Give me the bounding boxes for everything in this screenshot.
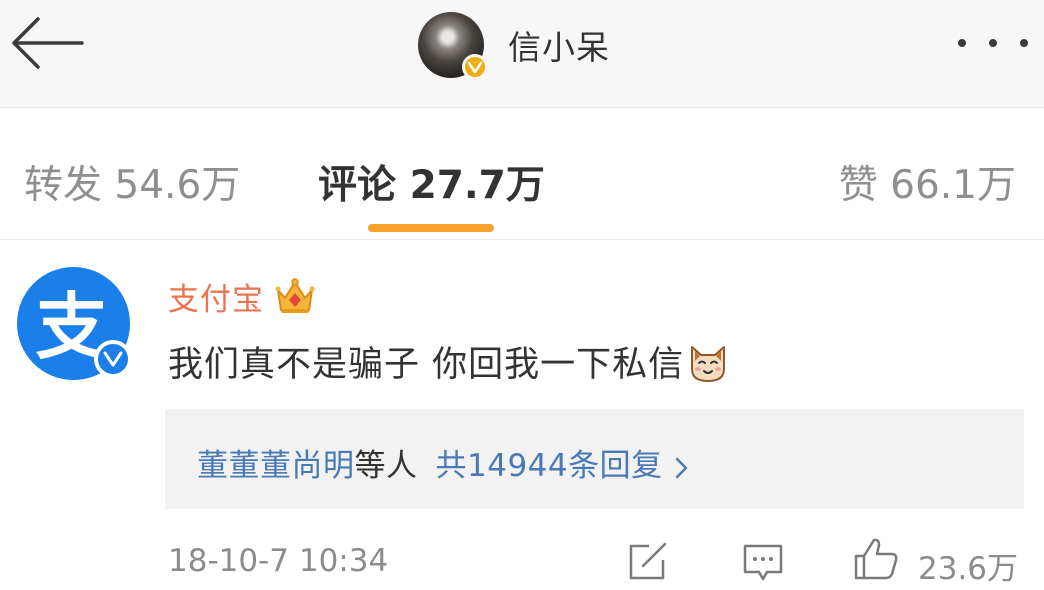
comment-author-avatar[interactable]: 支 [17,267,132,380]
arrow-left-icon [12,17,84,69]
tab-repost[interactable]: 转发 54.6万 [24,154,240,210]
user-name[interactable]: 信小呆 [508,21,610,69]
reply-others-label: 等人 [354,448,418,484]
reply-users[interactable]: 董董董尚明 [197,448,355,484]
tab-repost-count: 54.6万 [114,163,241,208]
verified-badge-icon [94,340,132,378]
comment-author-row: 支付宝 [168,274,316,318]
tab-comment-count: 27.7万 [409,163,545,208]
thumbs-up-icon[interactable] [852,536,900,582]
tab-like-count: 66.1万 [890,163,1016,208]
comment-timestamp: 18-10-7 10:34 [168,543,389,579]
back-button[interactable] [8,14,86,72]
verified-badge-icon [462,54,488,80]
reply-icon[interactable] [741,542,785,584]
user-avatar[interactable] [418,12,488,80]
share-icon[interactable] [627,542,669,582]
comment-author-name[interactable]: 支付宝 [168,274,264,319]
more-dot [989,39,997,47]
crown-icon [275,278,315,313]
more-dot [1020,39,1028,47]
tab-comment-label: 评论 [318,163,397,208]
comment-text: 我们真不是骗子 你回我一下私信 [168,345,685,385]
tab-like-label: 赞 [838,163,878,208]
comment-item: 支 支付宝 我们真不是骗子 你回我一下私信 董董董尚明等人 共14944条回复 … [0,240,1044,590]
tab-bar: 转发 54.6万 评论 27.7万 赞 66.1万 [0,108,1044,240]
active-tab-indicator [368,224,494,232]
tab-like[interactable]: 赞 66.1万 [839,154,1016,210]
chevron-right-icon [675,457,687,478]
replies-preview[interactable]: 董董董尚明等人 共14944条回复 [165,409,1024,509]
more-button[interactable] [958,26,1028,60]
tab-repost-label: 转发 [24,163,103,208]
comment-body: 我们真不是骗子 你回我一下私信 [168,336,730,387]
replies-summary: 董董董尚明等人 共14944条回复 [197,440,691,485]
like-count: 23.6万 [918,551,1019,587]
reply-count-link[interactable]: 共14944条回复 [436,448,663,484]
top-bar: 信小呆 [0,0,1044,108]
user-header[interactable]: 信小呆 [418,12,610,80]
more-dots-icon [958,39,966,47]
tab-comment[interactable]: 评论 27.7万 [318,154,545,210]
cat-face-icon [691,345,726,382]
